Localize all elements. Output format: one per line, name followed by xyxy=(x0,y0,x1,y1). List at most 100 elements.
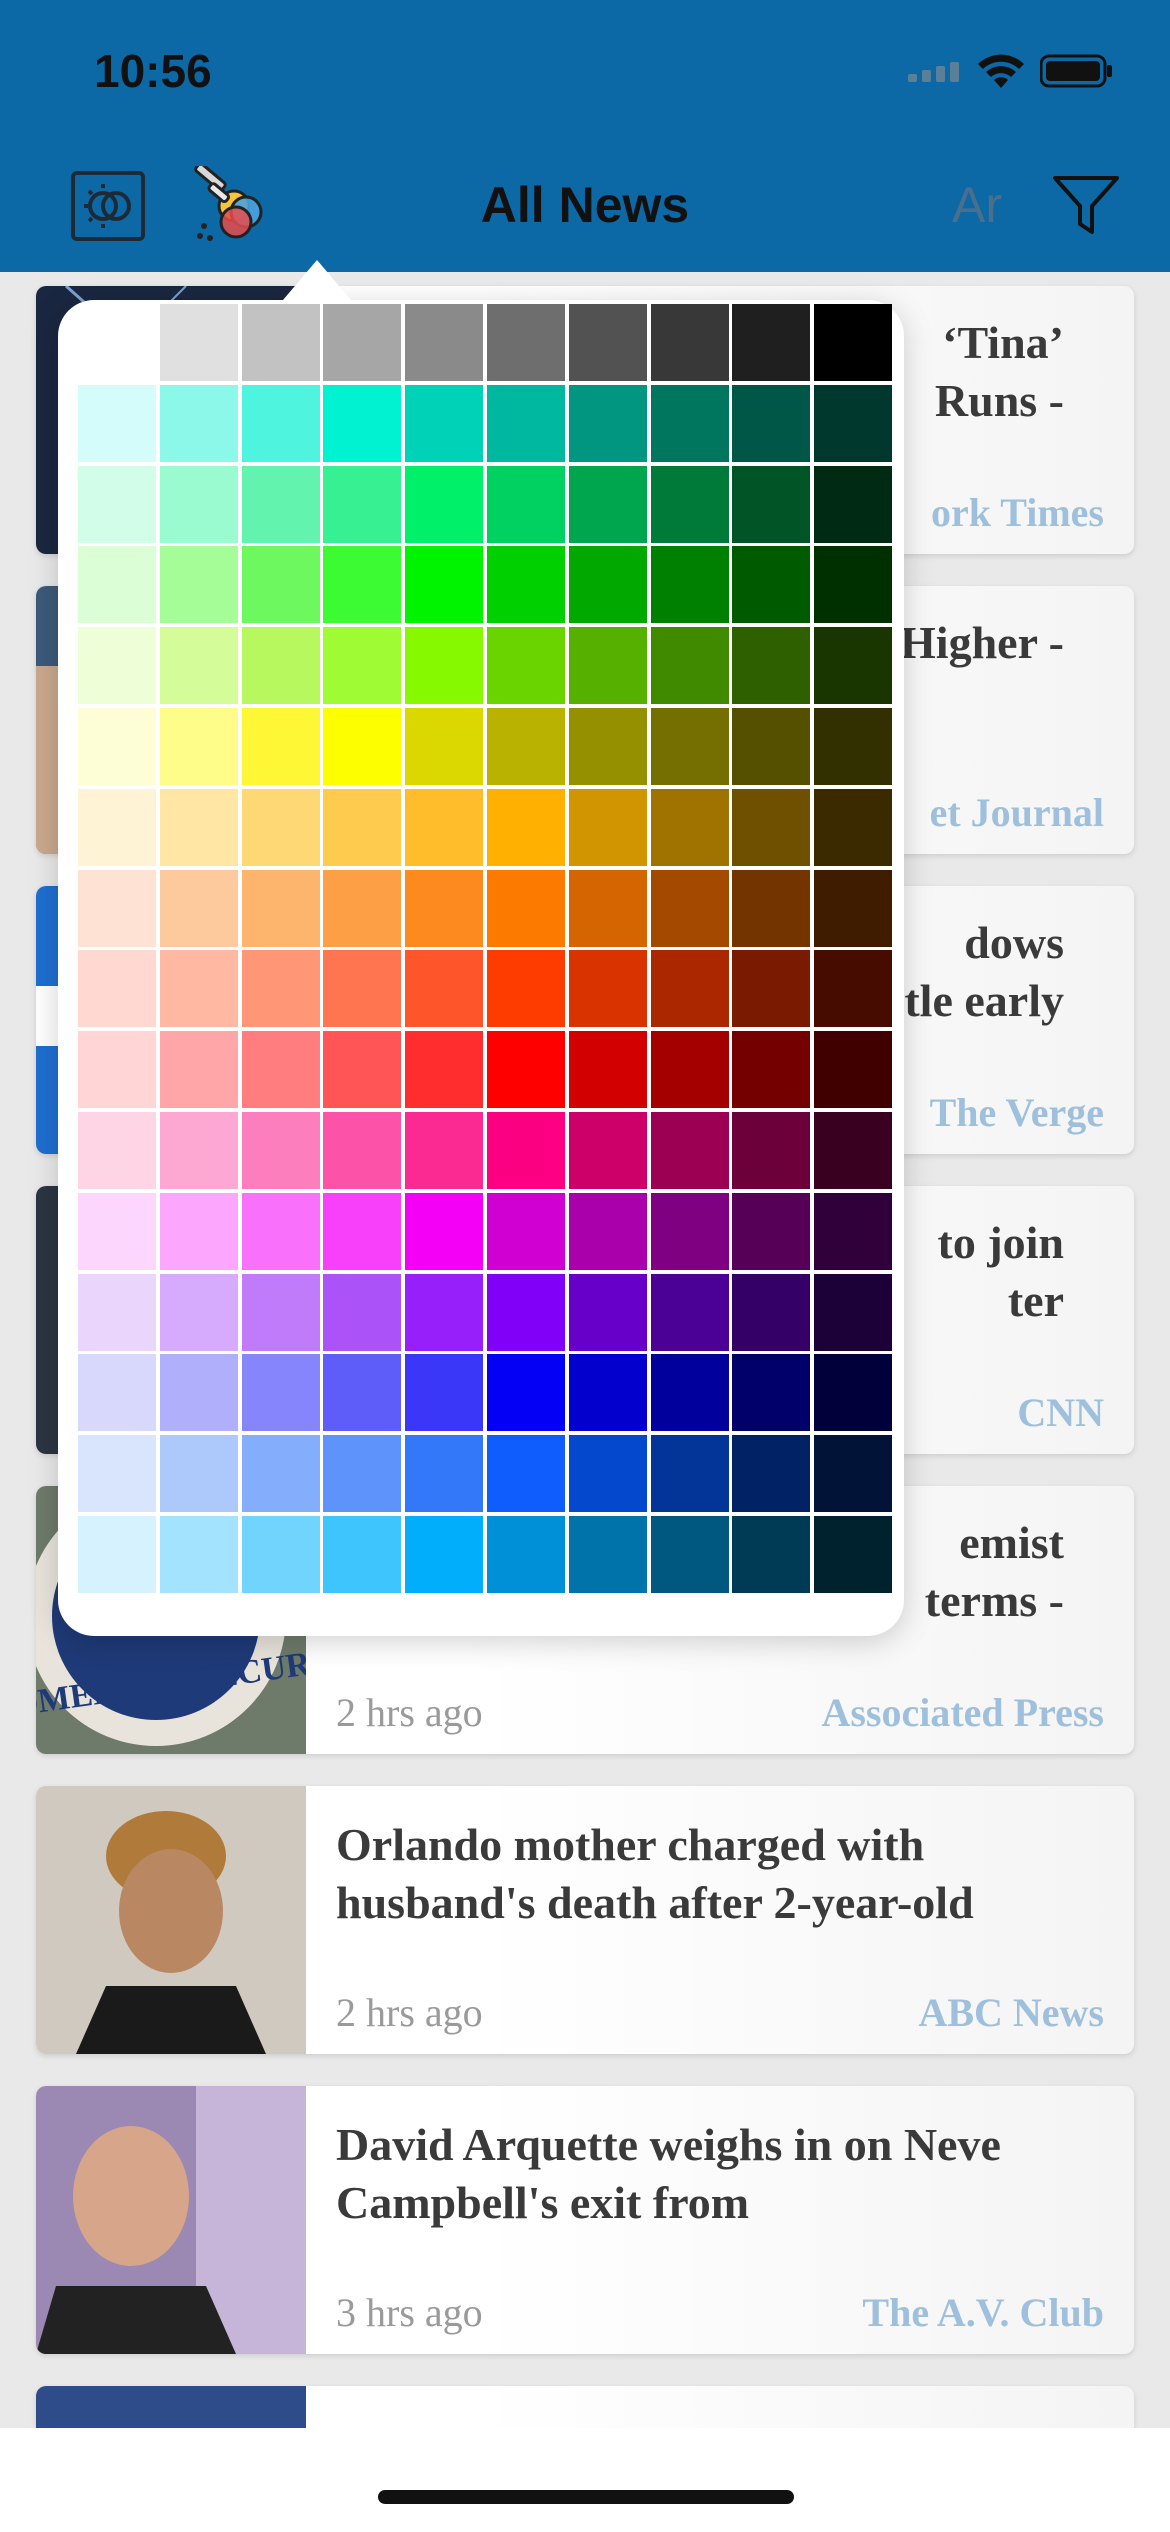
color-swatch[interactable] xyxy=(486,707,565,785)
color-swatch[interactable] xyxy=(159,869,238,947)
color-swatch[interactable] xyxy=(405,1435,484,1513)
color-swatch[interactable] xyxy=(405,950,484,1028)
color-swatch[interactable] xyxy=(159,1031,238,1109)
color-swatch[interactable] xyxy=(323,546,402,624)
color-swatch[interactable] xyxy=(323,1111,402,1189)
color-swatch[interactable] xyxy=(78,304,156,381)
color-swatch[interactable] xyxy=(568,546,647,624)
color-swatch[interactable] xyxy=(732,546,811,624)
color-swatch[interactable] xyxy=(732,707,811,785)
filter-button[interactable] xyxy=(1052,174,1120,236)
color-swatch[interactable] xyxy=(159,1192,238,1270)
color-swatch[interactable] xyxy=(650,304,729,381)
color-swatch[interactable] xyxy=(405,384,484,462)
color-swatch[interactable] xyxy=(486,1192,565,1270)
color-swatch[interactable] xyxy=(568,304,647,381)
color-swatch[interactable] xyxy=(78,627,156,705)
color-swatch[interactable] xyxy=(241,627,320,705)
color-swatch[interactable] xyxy=(78,869,156,947)
color-swatch[interactable] xyxy=(732,1031,811,1109)
color-swatch[interactable] xyxy=(732,1273,811,1351)
color-swatch[interactable] xyxy=(241,1031,320,1109)
color-swatch[interactable] xyxy=(241,1111,320,1189)
color-swatch[interactable] xyxy=(159,788,238,866)
color-swatch[interactable] xyxy=(650,1031,729,1109)
color-swatch[interactable] xyxy=(568,384,647,462)
home-indicator[interactable] xyxy=(378,2490,794,2504)
color-swatch[interactable] xyxy=(732,950,811,1028)
color-swatch[interactable] xyxy=(241,1435,320,1513)
color-swatch[interactable] xyxy=(486,1515,565,1593)
color-swatch[interactable] xyxy=(405,304,484,381)
color-swatch[interactable] xyxy=(568,869,647,947)
color-swatch[interactable] xyxy=(814,1192,893,1270)
color-swatch[interactable] xyxy=(159,1273,238,1351)
font-size-button[interactable]: Ar xyxy=(952,176,1002,234)
color-swatch[interactable] xyxy=(814,950,893,1028)
color-swatch[interactable] xyxy=(814,1273,893,1351)
color-swatch[interactable] xyxy=(405,546,484,624)
color-swatch[interactable] xyxy=(568,1515,647,1593)
news-card[interactable]: Orlando mother charged with husband's de… xyxy=(36,1786,1134,2054)
color-swatch[interactable] xyxy=(486,384,565,462)
color-swatch[interactable] xyxy=(650,627,729,705)
color-swatch[interactable] xyxy=(814,304,893,381)
color-swatch[interactable] xyxy=(486,465,565,543)
color-swatch[interactable] xyxy=(405,1515,484,1593)
color-swatch[interactable] xyxy=(159,546,238,624)
color-swatch[interactable] xyxy=(650,1192,729,1270)
color-swatch[interactable] xyxy=(486,869,565,947)
color-swatch[interactable] xyxy=(650,384,729,462)
news-card[interactable]: David Arquette weighs in on Neve Campbel… xyxy=(36,2086,1134,2354)
color-swatch[interactable] xyxy=(650,1111,729,1189)
color-swatch[interactable] xyxy=(405,1192,484,1270)
color-swatch[interactable] xyxy=(241,950,320,1028)
color-swatch[interactable] xyxy=(568,1192,647,1270)
color-swatch[interactable] xyxy=(159,950,238,1028)
color-swatch[interactable] xyxy=(814,707,893,785)
news-card[interactable] xyxy=(36,2386,1134,2428)
color-swatch[interactable] xyxy=(486,1273,565,1351)
color-swatch[interactable] xyxy=(159,384,238,462)
color-swatch[interactable] xyxy=(568,1435,647,1513)
color-swatch[interactable] xyxy=(323,1515,402,1593)
color-swatch[interactable] xyxy=(650,950,729,1028)
color-swatch[interactable] xyxy=(814,869,893,947)
color-swatch[interactable] xyxy=(159,465,238,543)
color-swatch[interactable] xyxy=(650,788,729,866)
color-swatch[interactable] xyxy=(78,465,156,543)
color-swatch[interactable] xyxy=(486,546,565,624)
color-swatch[interactable] xyxy=(814,1515,893,1593)
color-swatch[interactable] xyxy=(732,1354,811,1432)
color-swatch[interactable] xyxy=(159,304,238,381)
color-swatch[interactable] xyxy=(486,950,565,1028)
color-swatch[interactable] xyxy=(568,788,647,866)
color-swatch[interactable] xyxy=(323,1031,402,1109)
color-swatch[interactable] xyxy=(78,950,156,1028)
color-swatch[interactable] xyxy=(241,384,320,462)
color-swatch[interactable] xyxy=(650,1354,729,1432)
color-swatch[interactable] xyxy=(78,1273,156,1351)
color-swatch[interactable] xyxy=(323,384,402,462)
color-swatch[interactable] xyxy=(814,788,893,866)
color-swatch[interactable] xyxy=(323,465,402,543)
color-swatch[interactable] xyxy=(159,627,238,705)
color-swatch[interactable] xyxy=(814,1354,893,1432)
color-swatch[interactable] xyxy=(814,1111,893,1189)
color-swatch[interactable] xyxy=(650,1435,729,1513)
color-swatch[interactable] xyxy=(323,707,402,785)
color-swatch[interactable] xyxy=(78,1192,156,1270)
color-swatch[interactable] xyxy=(78,1031,156,1109)
color-swatch[interactable] xyxy=(405,788,484,866)
color-swatch[interactable] xyxy=(650,707,729,785)
color-swatch[interactable] xyxy=(486,788,565,866)
color-swatch[interactable] xyxy=(568,1354,647,1432)
color-swatch[interactable] xyxy=(78,1515,156,1593)
color-swatch[interactable] xyxy=(323,788,402,866)
color-swatch[interactable] xyxy=(241,869,320,947)
color-swatch[interactable] xyxy=(814,627,893,705)
color-swatch[interactable] xyxy=(486,627,565,705)
color-swatch[interactable] xyxy=(323,1354,402,1432)
color-swatch[interactable] xyxy=(159,1515,238,1593)
color-swatch[interactable] xyxy=(405,1031,484,1109)
